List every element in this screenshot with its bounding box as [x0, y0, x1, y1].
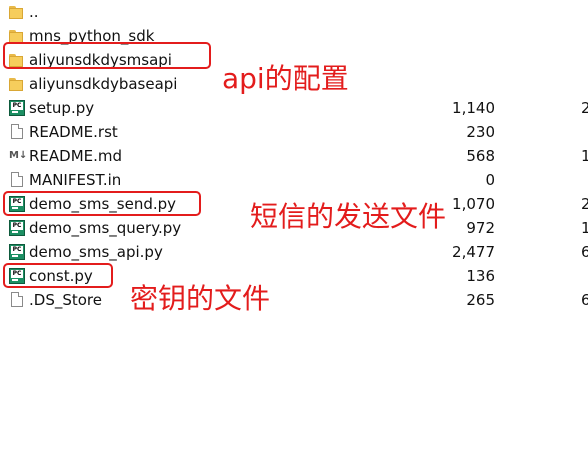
- file-name: README.md: [29, 147, 123, 165]
- file-size: 265: [466, 291, 495, 309]
- file-row-readme-rst[interactable]: README.rst 230: [0, 120, 588, 144]
- annotation-sms-send-file: 短信的发送文件: [250, 200, 447, 233]
- file-size: 972: [466, 219, 495, 237]
- file-size: 568: [466, 147, 495, 165]
- document-icon: [11, 292, 23, 307]
- document-icon: [11, 172, 23, 187]
- file-row-demo-sms-api-py[interactable]: PC demo_sms_api.py 2,477 6: [0, 240, 588, 264]
- file-row-parent[interactable]: ..: [0, 0, 588, 24]
- file-extra: 6: [581, 291, 588, 309]
- python-file-icon: PC: [9, 244, 25, 260]
- file-name: .DS_Store: [29, 291, 102, 309]
- highlight-box-const: [3, 263, 113, 288]
- file-row-setup-py[interactable]: PC setup.py 1,140 2: [0, 96, 588, 120]
- file-extra: 1: [581, 147, 588, 165]
- highlight-box-demo-sms-send: [3, 191, 201, 216]
- annotation-secret-key-file: 密钥的文件: [130, 282, 271, 315]
- file-row-manifest-in[interactable]: MANIFEST.in 0: [0, 168, 588, 192]
- highlight-box-aliyunsdkdysmsapi: [3, 42, 211, 69]
- file-name: MANIFEST.in: [29, 171, 122, 189]
- file-size: 1,140: [452, 99, 495, 117]
- file-row-readme-md[interactable]: M↓ README.md 568 1: [0, 144, 588, 168]
- file-extra: 1: [581, 219, 588, 237]
- file-size: 2,477: [452, 243, 495, 261]
- file-name: demo_sms_query.py: [29, 219, 182, 237]
- file-extra: 2: [581, 99, 588, 117]
- annotation-api-config: api的配置: [222, 62, 349, 95]
- file-size: 230: [466, 123, 495, 141]
- file-name: setup.py: [29, 99, 95, 117]
- file-name: aliyunsdkdybaseapi: [29, 75, 178, 93]
- file-name: ..: [29, 3, 39, 21]
- markdown-icon: M↓: [9, 150, 28, 161]
- python-file-icon: PC: [9, 220, 25, 236]
- file-size: 0: [485, 171, 495, 189]
- file-row-ds-store[interactable]: .DS_Store 265 6: [0, 288, 588, 312]
- file-extra: 2: [581, 195, 588, 213]
- document-icon: [11, 124, 23, 139]
- file-name: README.rst: [29, 123, 118, 141]
- python-file-icon: PC: [9, 100, 25, 116]
- file-extra: 6: [581, 243, 588, 261]
- file-size: 1,070: [452, 195, 495, 213]
- file-size: 136: [466, 267, 495, 285]
- file-name: demo_sms_api.py: [29, 243, 163, 261]
